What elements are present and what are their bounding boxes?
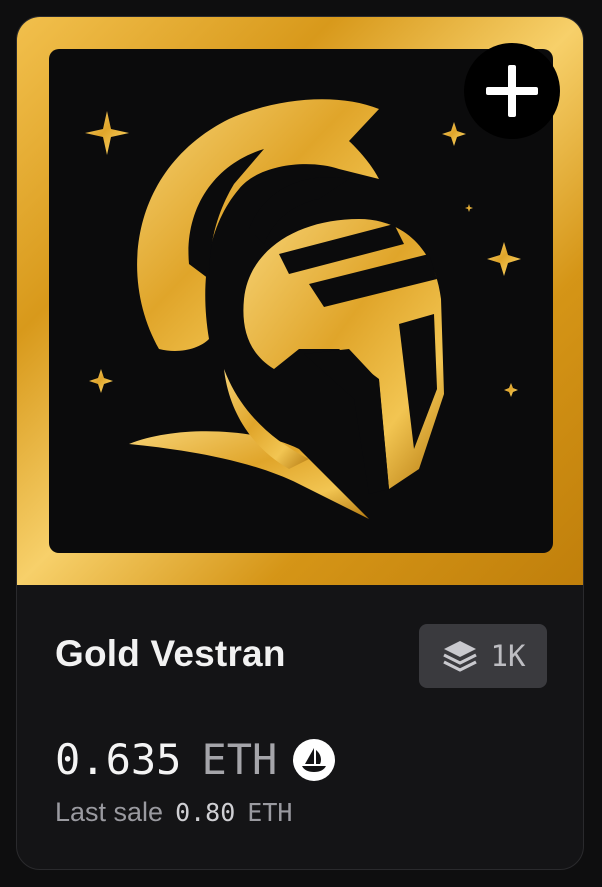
price-value: 0.635	[55, 735, 182, 784]
price-row: 0.635 ETH	[55, 735, 336, 784]
add-to-cart-button[interactable]	[464, 43, 560, 139]
last-sale-label: Last sale	[55, 797, 164, 827]
layers-icon	[442, 641, 477, 672]
supply-count: 1K	[490, 639, 526, 673]
last-sale: Last sale 0.80 ETH	[55, 797, 292, 828]
last-sale-value: 0.80	[175, 798, 236, 827]
plus-icon	[486, 65, 538, 117]
nft-title[interactable]: Gold Vestran	[55, 633, 286, 675]
supply-badge[interactable]: 1K	[419, 624, 547, 688]
nft-card[interactable]: Gold Vestran 1K 0.635 ETH Last sale 0.80…	[16, 16, 584, 870]
last-sale-currency: ETH	[247, 798, 293, 827]
sailboat-icon[interactable]	[293, 738, 336, 781]
price-currency: ETH	[201, 735, 278, 784]
